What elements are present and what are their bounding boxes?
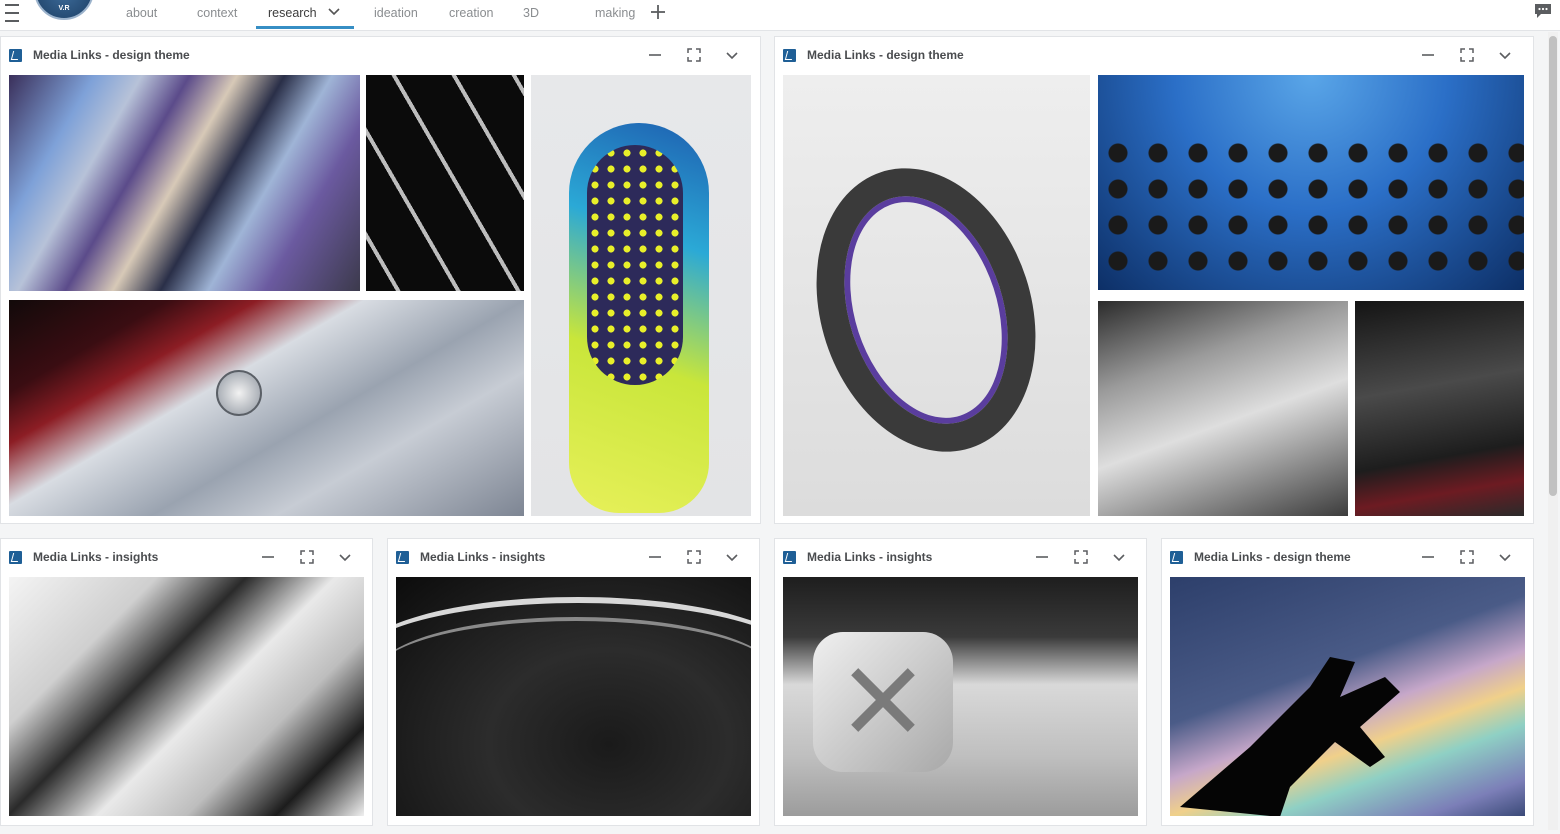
panel-title: Media Links - insights bbox=[420, 550, 546, 564]
car-interior-detail-image[interactable] bbox=[9, 300, 524, 516]
race-car-rear-image[interactable] bbox=[1098, 301, 1348, 516]
minimize-icon[interactable] bbox=[259, 548, 277, 566]
tab-creation[interactable]: creation bbox=[449, 6, 493, 20]
chevron-down-icon[interactable] bbox=[723, 548, 741, 566]
media-links-panel-3: Media Links - insights bbox=[0, 538, 373, 826]
tab-making[interactable]: making bbox=[595, 6, 635, 20]
tab-about[interactable]: about bbox=[126, 6, 157, 20]
expand-icon[interactable] bbox=[1458, 548, 1476, 566]
panel-app-icon bbox=[9, 551, 22, 564]
media-links-panel-2: Media Links - design theme bbox=[774, 36, 1534, 524]
tab-ideation[interactable]: ideation bbox=[374, 6, 418, 20]
panel-title: Media Links - design theme bbox=[1194, 550, 1351, 564]
app-logo[interactable]: V.R bbox=[34, 0, 94, 20]
active-tab-indicator bbox=[256, 26, 354, 29]
chevron-down-icon[interactable] bbox=[336, 548, 354, 566]
shoe-sole-image[interactable] bbox=[531, 75, 751, 516]
panel-title: Media Links - insights bbox=[33, 550, 159, 564]
panel-app-icon bbox=[9, 49, 22, 62]
media-links-panel-6: Media Links - design theme bbox=[1161, 538, 1534, 826]
hamburger-icon[interactable] bbox=[5, 4, 19, 22]
expand-icon[interactable] bbox=[1072, 548, 1090, 566]
holographic-fabric-image[interactable] bbox=[9, 75, 360, 291]
panel-app-icon bbox=[396, 551, 409, 564]
panel-app-icon bbox=[1170, 551, 1183, 564]
media-links-panel-4: Media Links - insights bbox=[387, 538, 760, 826]
carbon-sculpture-image[interactable] bbox=[9, 577, 364, 816]
minimize-icon[interactable] bbox=[1419, 46, 1437, 64]
minimize-icon[interactable] bbox=[646, 46, 664, 64]
minimize-icon[interactable] bbox=[1419, 548, 1437, 566]
top-navigation-bar: V.R about context research ideation crea… bbox=[0, 0, 1560, 31]
jet-with-contrail-image[interactable] bbox=[1170, 577, 1525, 816]
tab-3d[interactable]: 3D bbox=[523, 6, 539, 20]
panel-title: Media Links - design theme bbox=[807, 48, 964, 62]
media-links-panel-5: Media Links - insights bbox=[774, 538, 1147, 826]
tab-research[interactable]: research bbox=[268, 6, 317, 20]
chat-icon[interactable] bbox=[1534, 3, 1552, 19]
minimize-icon[interactable] bbox=[1033, 548, 1051, 566]
minimize-icon[interactable] bbox=[646, 548, 664, 566]
media-links-panel-1: Media Links - design theme bbox=[0, 36, 761, 524]
dark-curved-form-image[interactable] bbox=[396, 577, 751, 816]
tab-context[interactable]: context bbox=[197, 6, 237, 20]
scrollbar-thumb[interactable] bbox=[1549, 36, 1557, 496]
expand-icon[interactable] bbox=[685, 46, 703, 64]
logo-text: V.R bbox=[58, 5, 70, 12]
add-tab-plus-icon[interactable] bbox=[649, 3, 667, 21]
car-detail-cross-emblem-image[interactable] bbox=[783, 577, 1138, 816]
supercar-rear-image[interactable] bbox=[1355, 301, 1524, 516]
panel-title: Media Links - design theme bbox=[33, 48, 190, 62]
titanium-ring-image[interactable] bbox=[783, 75, 1090, 516]
blue-perforated-dome-image[interactable] bbox=[1098, 75, 1524, 290]
tab-research-chevron-down-icon[interactable] bbox=[327, 4, 341, 18]
expand-icon[interactable] bbox=[685, 548, 703, 566]
expand-icon[interactable] bbox=[298, 548, 316, 566]
panel-app-icon bbox=[783, 49, 796, 62]
chevron-down-icon[interactable] bbox=[1496, 46, 1514, 64]
chevron-down-icon[interactable] bbox=[1110, 548, 1128, 566]
expand-icon[interactable] bbox=[1458, 46, 1476, 64]
panel-title: Media Links - insights bbox=[807, 550, 933, 564]
chevron-down-icon[interactable] bbox=[723, 46, 741, 64]
geometric-structure-image[interactable] bbox=[366, 75, 524, 291]
jet-silhouette bbox=[1180, 657, 1400, 816]
chevron-down-icon[interactable] bbox=[1496, 548, 1514, 566]
panel-app-icon bbox=[783, 551, 796, 564]
